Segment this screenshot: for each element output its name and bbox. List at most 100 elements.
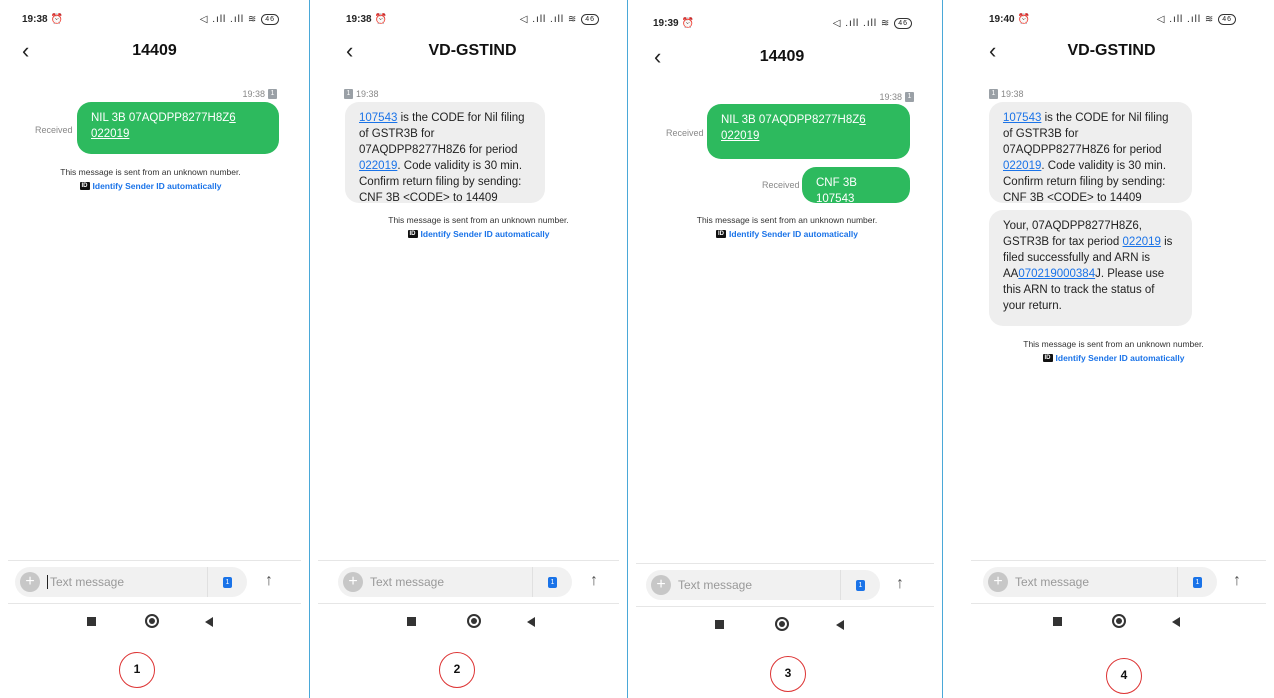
status-time: 19:40 ⏰ (989, 14, 1031, 25)
circle-icon[interactable] (775, 617, 789, 631)
send-arrow-icon[interactable]: ↑ (590, 572, 598, 590)
conversation-header: ‹ 14409 (0, 36, 309, 66)
conversation-header: ‹ 14409 (628, 42, 942, 72)
circle-icon[interactable] (1112, 614, 1126, 628)
composer-bottom-divider (971, 603, 1266, 604)
conversation-title: VD-GSTIND (1067, 42, 1156, 59)
message-composer: + 1 (338, 567, 572, 597)
identify-sender-link[interactable]: ID Identify Sender ID automatically (716, 228, 858, 240)
sim-selector-button[interactable]: 1 (207, 567, 247, 597)
code-link[interactable]: 107543 (1003, 112, 1041, 124)
unknown-number-notice: This message is sent from an unknown num… (696, 215, 878, 240)
step-number-circle: 3 (770, 656, 806, 692)
send-arrow-icon[interactable]: ↑ (1233, 572, 1241, 590)
id-icon: ID (1042, 354, 1053, 362)
status-icons: ◁ .ıll .ıll ≋ 46 (1157, 14, 1236, 25)
status-time: 19:38 ⏰ (346, 14, 388, 25)
id-icon: ID (407, 230, 418, 238)
sent-message-bubble[interactable]: NIL 3B 07AQDPP8277H8Z6 022019 (77, 102, 279, 154)
alarm-icon: ⏰ (1017, 14, 1031, 25)
sent-confirm-bubble[interactable]: CNF 3B 107543 (802, 167, 910, 205)
received-arn-bubble[interactable]: Your, 07AQDPP8277H8Z6, GSTR3B for tax pe… (989, 210, 1192, 326)
battery-icon: 46 (894, 18, 912, 29)
sim-icon: 1 (989, 89, 998, 99)
triangle-icon[interactable] (205, 617, 213, 627)
square-icon[interactable] (87, 617, 96, 626)
send-arrow-icon[interactable]: ↑ (896, 575, 904, 593)
composer-divider (971, 560, 1266, 561)
identify-sender-link[interactable]: ID Identify Sender ID automatically (1042, 352, 1184, 364)
plus-icon[interactable]: + (20, 572, 40, 592)
composer-bottom-divider (318, 603, 619, 604)
id-icon: ID (79, 182, 90, 190)
sim-selector-button[interactable]: 1 (840, 570, 880, 600)
received-message-bubble[interactable]: 107543 is the CODE for Nil filing of GST… (989, 102, 1192, 204)
square-icon[interactable] (715, 620, 724, 629)
arn-link[interactable]: 070219000384 (1018, 268, 1095, 280)
text-message-input[interactable] (1015, 575, 1165, 589)
composer-divider (318, 560, 619, 561)
android-nav-bar (0, 614, 309, 634)
triangle-icon[interactable] (1172, 617, 1180, 627)
received-label: Received (666, 128, 704, 138)
circle-icon[interactable] (145, 614, 159, 628)
plus-icon[interactable]: + (988, 572, 1008, 592)
status-icons: ◁ .ıll .ıll ≋ 46 (520, 14, 599, 25)
plus-icon[interactable]: + (343, 572, 363, 592)
received-label: Received (35, 125, 73, 135)
step-number-circle: 1 (119, 652, 155, 688)
message-timestamp: 1 19:38 (989, 89, 1024, 99)
sim-selector-button[interactable]: 1 (1177, 567, 1217, 597)
conversation-header: ‹ VD-GSTIND (943, 36, 1274, 66)
composer-bottom-divider (8, 603, 301, 604)
battery-icon: 46 (581, 14, 599, 25)
triangle-icon[interactable] (527, 617, 535, 627)
text-message-input[interactable] (47, 575, 197, 589)
status-time: 19:38 ⏰ (22, 14, 64, 25)
square-icon[interactable] (407, 617, 416, 626)
android-nav-bar (943, 614, 1274, 634)
conversation-title: VD-GSTIND (428, 42, 517, 59)
plus-icon[interactable]: + (651, 575, 671, 595)
composer-divider (636, 563, 934, 564)
phone-panel-4: 19:40 ⏰ ◁ .ıll .ıll ≋ 46 ‹ VD-GSTIND 1 19:3… (943, 0, 1274, 698)
send-arrow-icon[interactable]: ↑ (265, 572, 273, 590)
period-link[interactable]: 022019 (1003, 160, 1041, 172)
text-message-input[interactable] (370, 575, 520, 589)
message-composer: + 1 (646, 570, 880, 600)
square-icon[interactable] (1053, 617, 1062, 626)
status-icons: ◁ .ıll .ıll ≋ 46 (833, 18, 912, 29)
alarm-icon: ⏰ (50, 14, 64, 25)
status-bar: 19:40 ⏰ ◁ .ıll .ıll ≋ 46 (943, 14, 1274, 30)
period-link[interactable]: 022019 (1123, 236, 1161, 248)
identify-sender-link[interactable]: ID Identify Sender ID automatically (79, 180, 221, 192)
id-icon: ID (716, 230, 727, 238)
conversation-title: 14409 (132, 42, 177, 59)
battery-icon: 46 (261, 14, 279, 25)
identify-sender-link[interactable]: ID Identify Sender ID automatically (407, 228, 549, 240)
sim-icon: 1 (344, 89, 353, 99)
battery-icon: 46 (1218, 14, 1236, 25)
sim-icon: 1 (268, 89, 277, 99)
step-number-circle: 4 (1106, 658, 1142, 694)
code-link[interactable]: 107543 (359, 112, 397, 124)
sim-icon: 1 (223, 576, 232, 588)
circle-icon[interactable] (467, 614, 481, 628)
status-bar: 19:38 ⏰ ◁ .ıll .ıll ≋ 46 (0, 14, 309, 30)
triangle-icon[interactable] (836, 620, 844, 630)
received-message-bubble[interactable]: 107543 is the CODE for Nil filing of GST… (345, 102, 545, 204)
android-nav-bar (310, 614, 627, 634)
period-link[interactable]: 022019 (359, 160, 397, 172)
alarm-icon: ⏰ (681, 18, 695, 29)
phone-panel-2: 19:38 ⏰ ◁ .ıll .ıll ≋ 46 ‹ VD-GSTIND 1 19:3… (310, 0, 628, 698)
text-message-input[interactable] (678, 578, 828, 592)
unknown-number-notice: This message is sent from an unknown num… (60, 167, 241, 192)
sim-icon: 1 (548, 576, 557, 588)
alarm-icon: ⏰ (374, 14, 388, 25)
sent-message-bubble[interactable]: NIL 3B 07AQDPP8277H8Z6 022019 (707, 104, 910, 159)
phone-panel-3: 19:39 ⏰ ◁ .ıll .ıll ≋ 46 ‹ 14409 19:38 1 Re… (628, 0, 943, 698)
message-composer: + 1 (15, 567, 247, 597)
message-timestamp: 19:38 1 (242, 89, 277, 99)
unknown-number-notice: This message is sent from an unknown num… (1023, 339, 1204, 364)
sim-selector-button[interactable]: 1 (532, 567, 572, 597)
